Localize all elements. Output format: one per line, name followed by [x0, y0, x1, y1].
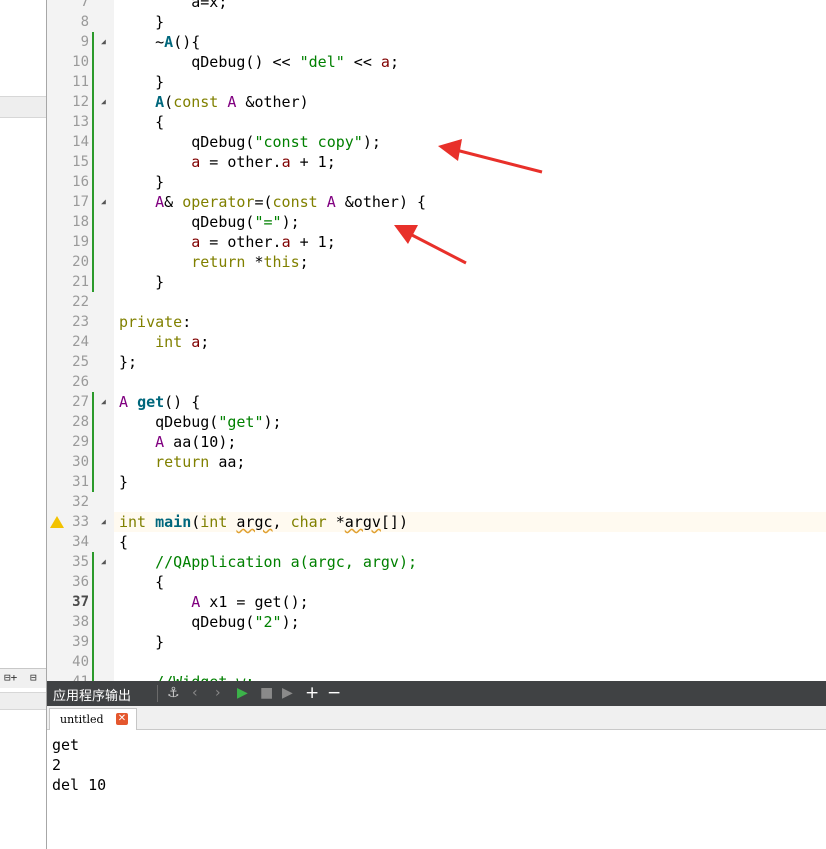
next-icon[interactable]: ›	[215, 685, 221, 702]
application-output[interactable]: get 2 del 10	[47, 730, 826, 849]
output-line: 2	[52, 756, 62, 774]
debug-icon[interactable]: ▶	[282, 685, 293, 702]
run-icon[interactable]: ▶	[237, 685, 248, 702]
zoom-out-icon[interactable]: −	[327, 685, 341, 702]
arrow-const-copy	[438, 139, 543, 174]
close-icon[interactable]: ✕	[116, 713, 128, 725]
output-tab-bar: untitled ✕	[47, 706, 826, 730]
prev-icon[interactable]: ‹	[192, 685, 198, 702]
output-line: get	[52, 736, 80, 754]
tab-untitled[interactable]: untitled ✕	[49, 708, 137, 730]
zoom-in-icon[interactable]: +	[305, 685, 319, 702]
tab-label: untitled	[60, 713, 104, 726]
toolbar-separator	[157, 685, 158, 702]
output-pane-title: 应用程序输出	[53, 689, 132, 704]
stop-icon[interactable]: ■	[260, 685, 273, 702]
output-pane-header: 应用程序输出 ⚓ ‹ › ▶ ■ ▶ + −	[47, 681, 826, 706]
attach-icon[interactable]: ⚓	[167, 685, 180, 702]
output-line: del 10	[52, 776, 107, 794]
arrow-operator-assign	[394, 225, 467, 265]
